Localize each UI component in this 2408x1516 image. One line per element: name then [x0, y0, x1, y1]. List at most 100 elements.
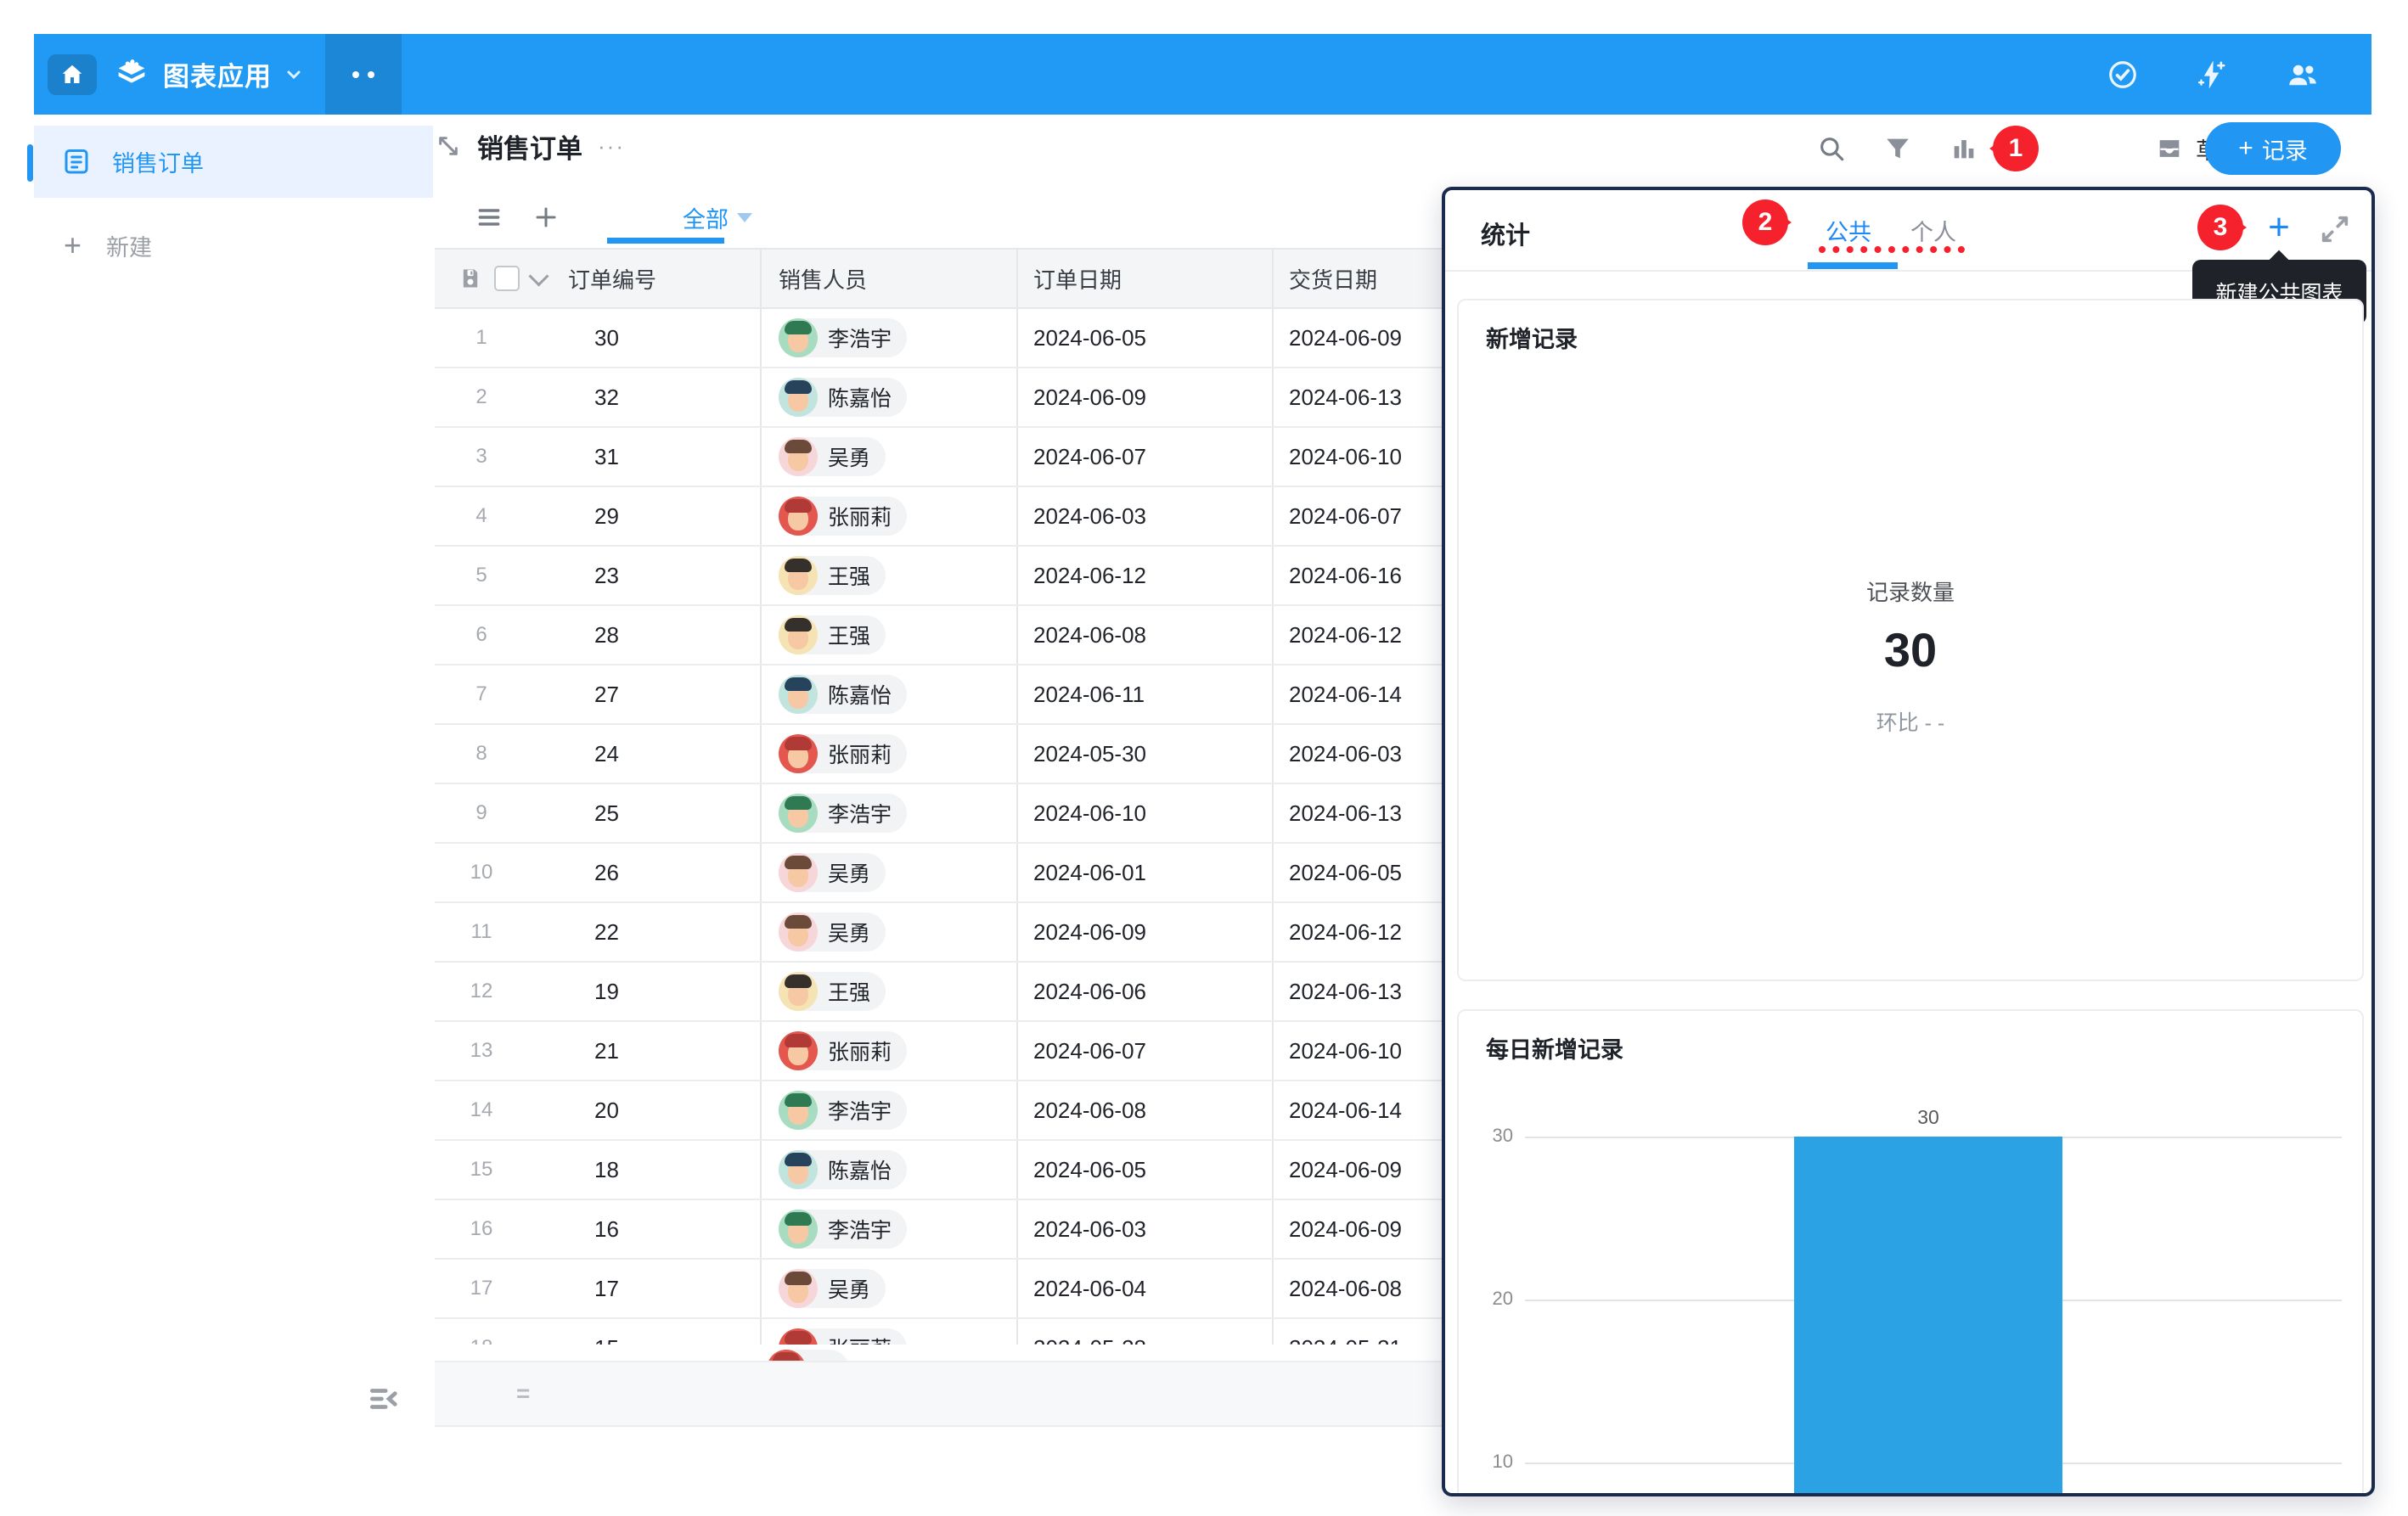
order-date-cell[interactable]: 2024-06-11: [1016, 665, 1272, 723]
order-number-cell[interactable]: 19: [594, 979, 619, 1005]
salesperson-cell[interactable]: 吴勇: [760, 428, 1016, 486]
order-date-cell[interactable]: 2024-06-08: [1016, 606, 1272, 664]
order-date-cell[interactable]: 2024-06-08: [1016, 1081, 1272, 1139]
salesperson-cell[interactable]: 陈嘉怡: [760, 1141, 1016, 1199]
summary-equal-icon[interactable]: =: [516, 1380, 530, 1407]
add-chart-button[interactable]: +: [2260, 209, 2298, 246]
app-title[interactable]: 图表应用: [163, 55, 272, 93]
select-all-checkbox[interactable]: [494, 266, 520, 291]
bar[interactable]: [1794, 1137, 2062, 1496]
order-number-cell[interactable]: 20: [594, 1098, 619, 1124]
table-row[interactable]: 628王强2024-06-082024-06-12: [435, 606, 1545, 665]
order-number-cell[interactable]: 32: [594, 385, 619, 411]
order-date-cell[interactable]: 2024-06-07: [1016, 1022, 1272, 1080]
table-row[interactable]: 1219王强2024-06-062024-06-13: [435, 963, 1545, 1022]
table-row[interactable]: 130李浩宇2024-06-052024-06-09: [435, 309, 1545, 368]
table-row[interactable]: 925李浩宇2024-06-102024-06-13: [435, 784, 1545, 844]
order-number-cell[interactable]: 28: [594, 622, 619, 649]
order-number-cell[interactable]: 16: [594, 1216, 619, 1243]
salesperson-cell[interactable]: 吴勇: [760, 1260, 1016, 1317]
order-date-cell[interactable]: 2024-06-05: [1016, 309, 1272, 367]
order-date-cell[interactable]: 2024-06-06: [1016, 963, 1272, 1020]
order-date-cell[interactable]: 2024-06-03: [1016, 1200, 1272, 1258]
table-row[interactable]: 1026吴勇2024-06-012024-06-05: [435, 844, 1545, 903]
column-header-order-no[interactable]: 订单编号: [568, 263, 656, 295]
salesperson-cell[interactable]: 张丽莉: [760, 725, 1016, 783]
tab-personal[interactable]: 个人: [1910, 214, 1956, 247]
magic-sparkle-icon[interactable]: [2195, 58, 2229, 92]
table-row[interactable]: 232陈嘉怡2024-06-092024-06-13: [435, 368, 1545, 428]
expand-panel-icon[interactable]: [2318, 212, 2352, 246]
table-row[interactable]: 523王强2024-06-122024-06-16: [435, 547, 1545, 606]
expand-view-icon[interactable]: [435, 132, 462, 160]
column-header-order-date[interactable]: 订单日期: [1016, 250, 1272, 307]
people-icon[interactable]: [2285, 57, 2321, 93]
add-record-button[interactable]: + 记录: [2205, 122, 2341, 175]
table-row[interactable]: 429张丽莉2024-06-032024-06-07: [435, 487, 1545, 547]
column-header-salesperson[interactable]: 销售人员: [760, 250, 1016, 307]
order-number-cell[interactable]: 31: [594, 444, 619, 470]
table-row[interactable]: 1321张丽莉2024-06-072024-06-10: [435, 1022, 1545, 1081]
order-number-cell[interactable]: 18: [594, 1157, 619, 1183]
salesperson-cell[interactable]: 张丽莉: [760, 1022, 1016, 1080]
table-row[interactable]: 331吴勇2024-06-072024-06-10: [435, 428, 1545, 487]
stat-card-new-records[interactable]: 新增记录 记录数量 30 环比 - -: [1457, 299, 2364, 981]
order-date-cell[interactable]: 2024-06-10: [1016, 784, 1272, 842]
order-number-cell[interactable]: 29: [594, 503, 619, 530]
salesperson-cell[interactable]: 李浩宇: [760, 1200, 1016, 1258]
salesperson-cell[interactable]: 王强: [760, 963, 1016, 1020]
tab-public[interactable]: 公共: [1826, 214, 1871, 247]
sidebar-item-sales-orders[interactable]: 销售订单: [34, 126, 433, 198]
search-icon[interactable]: [1817, 134, 1846, 163]
salesperson-cell[interactable]: 李浩宇: [760, 784, 1016, 842]
table-row[interactable]: 1122吴勇2024-06-092024-06-12: [435, 903, 1545, 963]
order-number-cell[interactable]: 25: [594, 800, 619, 827]
order-date-cell[interactable]: 2024-06-09: [1016, 903, 1272, 961]
order-number-cell[interactable]: 24: [594, 741, 619, 767]
view-list-icon[interactable]: [475, 204, 503, 231]
order-date-cell[interactable]: 2024-06-09: [1016, 368, 1272, 426]
salesperson-cell[interactable]: 陈嘉怡: [760, 368, 1016, 426]
salesperson-cell[interactable]: 吴勇: [760, 903, 1016, 961]
order-number-cell[interactable]: 22: [594, 919, 619, 946]
view-more-icon[interactable]: ···: [598, 133, 625, 160]
order-date-cell[interactable]: 2024-06-01: [1016, 844, 1272, 901]
order-number-cell[interactable]: 30: [594, 325, 619, 351]
table-row[interactable]: 727陈嘉怡2024-06-112024-06-14: [435, 665, 1545, 725]
salesperson-cell[interactable]: 王强: [760, 606, 1016, 664]
add-view-icon[interactable]: [533, 205, 559, 230]
save-view-icon[interactable]: [459, 267, 482, 290]
order-date-cell[interactable]: 2024-05-30: [1016, 725, 1272, 783]
order-number-cell[interactable]: 26: [594, 860, 619, 886]
home-button[interactable]: [48, 54, 97, 95]
order-number-cell[interactable]: 21: [594, 1038, 619, 1064]
salesperson-cell[interactable]: 张丽莉: [760, 487, 1016, 545]
collapsed-tab[interactable]: [325, 34, 402, 115]
order-date-cell[interactable]: 2024-06-04: [1016, 1260, 1272, 1317]
order-date-cell[interactable]: 2024-06-03: [1016, 487, 1272, 545]
expand-rows-chevron-icon[interactable]: [528, 266, 549, 286]
order-number-cell[interactable]: 17: [594, 1276, 619, 1302]
chevron-down-icon[interactable]: [284, 65, 304, 85]
table-row[interactable]: 1420李浩宇2024-06-082024-06-14: [435, 1081, 1545, 1141]
filter-icon[interactable]: [1883, 134, 1912, 163]
order-number-cell[interactable]: 23: [594, 563, 619, 589]
table-row[interactable]: 824张丽莉2024-05-302024-06-03: [435, 725, 1545, 784]
chart-icon[interactable]: [1949, 134, 1978, 163]
order-date-cell[interactable]: 2024-06-12: [1016, 547, 1272, 604]
order-date-cell[interactable]: 2024-06-07: [1016, 428, 1272, 486]
check-circle-icon[interactable]: [2107, 59, 2139, 91]
salesperson-cell[interactable]: 李浩宇: [760, 1081, 1016, 1139]
collapse-sidebar-icon[interactable]: [366, 1383, 400, 1415]
salesperson-cell[interactable]: 陈嘉怡: [760, 665, 1016, 723]
order-number-cell[interactable]: 27: [594, 682, 619, 708]
salesperson-cell[interactable]: 王强: [760, 547, 1016, 604]
tab-all-views[interactable]: 全部: [683, 201, 752, 234]
salesperson-cell[interactable]: 李浩宇: [760, 309, 1016, 367]
table-row[interactable]: 1518陈嘉怡2024-06-052024-06-09: [435, 1141, 1545, 1200]
salesperson-cell[interactable]: 吴勇: [760, 844, 1016, 901]
table-row[interactable]: 1616李浩宇2024-06-032024-06-09: [435, 1200, 1545, 1260]
sidebar-new-button[interactable]: + 新建: [34, 217, 433, 273]
chart-card-daily-new-records[interactable]: 每日新增记录 30201030: [1457, 1009, 2364, 1496]
table-row[interactable]: 1717吴勇2024-06-042024-06-08: [435, 1260, 1545, 1319]
